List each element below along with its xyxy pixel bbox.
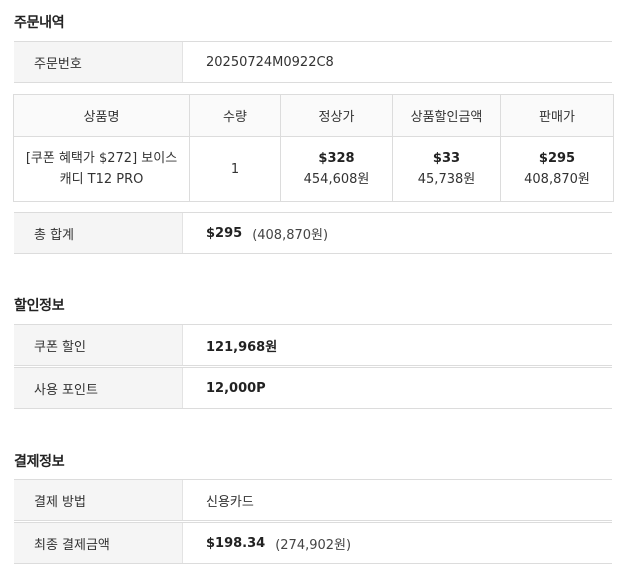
coupon-discount-row: 쿠폰 할인 121,968원: [14, 324, 612, 366]
coupon-discount-value: 121,968원: [183, 325, 612, 365]
used-points-amount: 12,000P: [206, 380, 266, 396]
col-header-regular-price: 정상가: [280, 94, 393, 137]
sale-price-usd: $295: [538, 151, 576, 166]
item-discount-usd: $33: [432, 151, 461, 166]
col-header-item-discount: 상품할인금액: [392, 94, 501, 137]
quantity-cell: 1: [189, 136, 281, 202]
col-header-product-name: 상품명: [13, 94, 190, 137]
order-number-value: 20250724M0922C8: [206, 54, 334, 70]
discount-section-title: 할인정보: [14, 298, 65, 314]
order-items-table: 상품명 수량 정상가 상품할인금액 판매가 [쿠폰 혜택가 $272] 보이스 …: [13, 94, 614, 202]
order-section-title: 주문내역: [14, 15, 65, 31]
regular-price-krw: 454,608원: [303, 172, 370, 187]
order-number-row: 주문번호 20250724M0922C8: [14, 41, 612, 83]
payment-section-title: 결제정보: [14, 454, 65, 470]
coupon-discount-amount: 121,968원: [206, 339, 278, 355]
col-header-sale-price: 판매가: [500, 94, 614, 137]
order-total-label: 총 합계: [14, 213, 183, 253]
product-name-cell: [쿠폰 혜택가 $272] 보이스 캐디 T12 PRO: [13, 136, 190, 202]
order-total-row: 총 합계 $295 (408,870원): [14, 212, 612, 254]
final-payment-label: 최종 결제금액: [14, 523, 183, 563]
coupon-discount-label: 쿠폰 할인: [14, 325, 183, 365]
col-header-quantity: 수량: [189, 94, 281, 137]
sale-price-krw: 408,870원: [524, 172, 590, 187]
order-total-value: $295 (408,870원): [183, 213, 612, 253]
payment-method-value: 신용카드: [206, 494, 254, 510]
regular-price-usd: $328: [318, 151, 355, 166]
payment-method-label: 결제 방법: [14, 480, 183, 520]
table-row: [쿠폰 혜택가 $272] 보이스 캐디 T12 PRO 1 $328 454,…: [13, 136, 614, 202]
item-discount-krw: 45,738원: [417, 172, 476, 187]
payment-method-row: 결제 방법 신용카드: [14, 479, 612, 521]
used-points-label: 사용 포인트: [14, 368, 183, 408]
sale-price-cell: $295 408,870원: [500, 136, 614, 202]
product-name[interactable]: [쿠폰 혜택가 $272] 보이스 캐디 T12 PRO: [14, 148, 189, 190]
order-total-usd: $295: [206, 225, 243, 241]
regular-price-cell: $328 454,608원: [280, 136, 393, 202]
table-header-row: 상품명 수량 정상가 상품할인금액 판매가: [13, 94, 614, 137]
final-payment-row: 최종 결제금액 $198.34 (274,902원): [14, 522, 612, 564]
used-points-row: 사용 포인트 12,000P: [14, 367, 612, 409]
used-points-value: 12,000P: [183, 368, 612, 408]
final-payment-krw: (274,902원): [275, 537, 352, 553]
item-discount-cell: $33 45,738원: [392, 136, 501, 202]
order-number-label: 주문번호: [14, 42, 183, 82]
order-total-krw: (408,870원): [252, 227, 329, 243]
final-payment-usd: $198.34: [206, 535, 266, 551]
final-payment-value: $198.34 (274,902원): [183, 523, 612, 563]
